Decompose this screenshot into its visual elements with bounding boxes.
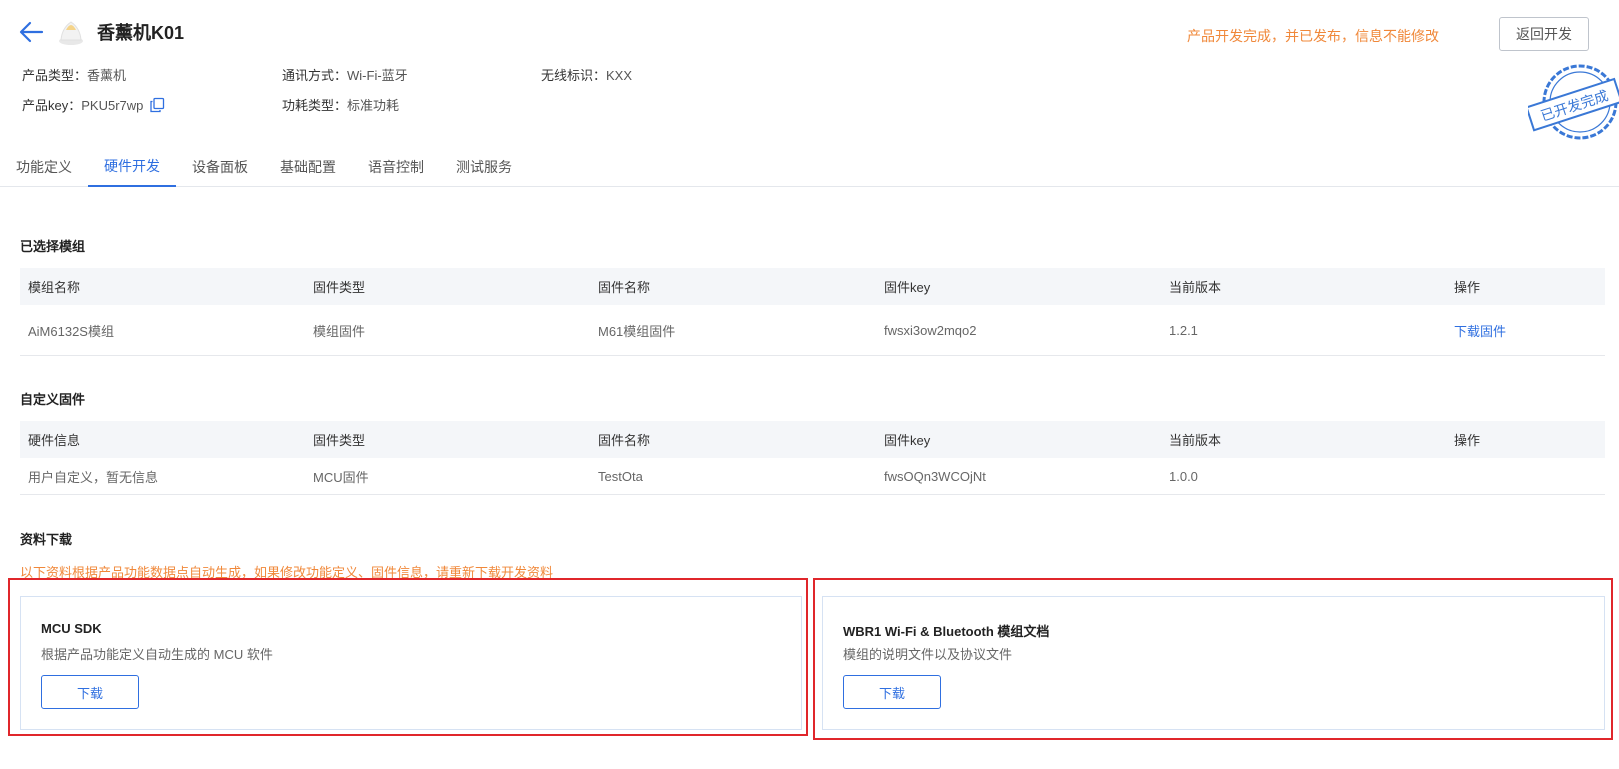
meta-value: Wi-Fi-蓝牙 xyxy=(347,68,408,83)
page: 香薰机K01 产品开发完成，并已发布，信息不能修改 返回开发 产品类型：香薰机 … xyxy=(0,0,1619,769)
header-cell: 固件key xyxy=(884,280,931,295)
cell-firmware-type: 模组固件 xyxy=(313,323,366,339)
copy-icon[interactable] xyxy=(149,97,165,113)
meta-value: KXX xyxy=(606,68,633,83)
meta-wireless: 无线标识：KXX xyxy=(541,65,632,84)
table-header: 硬件信息 固件类型 固件名称 固件key 当前版本 操作 xyxy=(20,421,1605,458)
publish-notice: 产品开发完成，并已发布，信息不能修改 xyxy=(1187,28,1439,44)
meta-value: PKU5r7wp xyxy=(81,98,144,113)
page-title: 香薰机K01 xyxy=(97,23,185,43)
mcu-sdk-card: MCU SDK 根据产品功能定义自动生成的 MCU 软件 下载 xyxy=(20,596,802,730)
section-title-downloads: 资料下载 xyxy=(20,532,73,547)
download-mcu-sdk-button[interactable]: 下载 xyxy=(41,675,139,709)
download-firmware-link[interactable]: 下载固件 xyxy=(1454,305,1506,355)
back-arrow-icon[interactable] xyxy=(18,20,44,44)
tab-device-panel[interactable]: 设备面板 xyxy=(176,146,264,187)
header-cell: 固件类型 xyxy=(313,280,366,295)
header-cell: 固件key xyxy=(884,433,931,448)
cell-firmware-name: TestOta xyxy=(598,468,643,484)
header-cell: 固件名称 xyxy=(598,433,651,448)
tab-basic-config[interactable]: 基础配置 xyxy=(264,146,352,187)
aroma-diffuser-icon xyxy=(59,21,83,45)
table-row: 用户自定义，暂无信息 MCU固件 TestOta fwsOQn3WCOjNt 1… xyxy=(20,458,1605,495)
meta-label: 功耗类型： xyxy=(282,98,348,113)
meta-label: 通讯方式： xyxy=(282,68,348,83)
custom-firmware-table: 硬件信息 固件类型 固件名称 固件key 当前版本 操作 用户自定义，暂无信息 … xyxy=(20,421,1605,495)
tab-function-def[interactable]: 功能定义 xyxy=(0,146,88,187)
tab-voice-control[interactable]: 语音控制 xyxy=(352,146,440,187)
section-title-selected-module: 已选择模组 xyxy=(20,239,86,254)
return-dev-button[interactable]: 返回开发 xyxy=(1499,17,1589,51)
card-title: WBR1 Wi-Fi & Bluetooth 模组文档 xyxy=(843,624,1050,639)
header-cell: 操作 xyxy=(1454,280,1481,295)
header-cell: 固件名称 xyxy=(598,280,651,295)
header-cell: 硬件信息 xyxy=(28,433,81,448)
meta-value: 标准功耗 xyxy=(347,98,400,113)
download-module-doc-button[interactable]: 下载 xyxy=(843,675,941,709)
meta-comm: 通讯方式：Wi-Fi-蓝牙 xyxy=(282,65,408,84)
meta-label: 产品类型： xyxy=(22,68,88,83)
cell-hardware-info: 用户自定义，暂无信息 xyxy=(28,469,159,485)
meta-value: 香薰机 xyxy=(87,68,127,83)
meta-product-key: 产品key：PKU5r7wp xyxy=(22,95,165,114)
table-header: 模组名称 固件类型 固件名称 固件key 当前版本 操作 xyxy=(20,268,1605,305)
header-cell: 模组名称 xyxy=(28,280,81,295)
developed-stamp: 已开发完成 xyxy=(1528,64,1619,140)
card-description: 模组的说明文件以及协议文件 xyxy=(843,647,1013,662)
download-warning: 以下资料根据产品功能数据点自动生成，如果修改功能定义、固件信息，请重新下载开发资… xyxy=(20,565,554,580)
header-cell: 操作 xyxy=(1454,433,1481,448)
module-doc-card: WBR1 Wi-Fi & Bluetooth 模组文档 模组的说明文件以及协议文… xyxy=(822,596,1605,730)
tab-test-service[interactable]: 测试服务 xyxy=(440,146,528,187)
cell-firmware-key: fwsxi3ow2mqo2 xyxy=(884,322,977,338)
meta-power: 功耗类型：标准功耗 xyxy=(282,95,399,114)
meta-label: 无线标识： xyxy=(541,68,607,83)
header-cell: 当前版本 xyxy=(1169,433,1222,448)
meta-label: 产品key： xyxy=(22,98,82,113)
tab-bar: 功能定义 硬件开发 设备面板 基础配置 语音控制 测试服务 xyxy=(0,146,1619,187)
header-cell: 固件类型 xyxy=(313,433,366,448)
cell-version: 1.2.1 xyxy=(1169,322,1198,338)
selected-module-table: 模组名称 固件类型 固件名称 固件key 当前版本 操作 AiM6132S模组 … xyxy=(20,268,1605,356)
card-description: 根据产品功能定义自动生成的 MCU 软件 xyxy=(41,647,273,662)
cell-version: 1.0.0 xyxy=(1169,468,1198,484)
cell-firmware-type: MCU固件 xyxy=(313,469,369,485)
card-title: MCU SDK xyxy=(41,621,102,636)
table-row: AiM6132S模组 模组固件 M61模组固件 fwsxi3ow2mqo2 1.… xyxy=(20,305,1605,356)
cell-module-name: AiM6132S模组 xyxy=(28,323,114,339)
header-cell: 当前版本 xyxy=(1169,280,1222,295)
cell-firmware-key: fwsOQn3WCOjNt xyxy=(884,468,986,484)
tab-hardware-dev[interactable]: 硬件开发 xyxy=(88,146,176,187)
section-title-custom-firmware: 自定义固件 xyxy=(20,392,86,407)
meta-product-type: 产品类型：香薰机 xyxy=(22,65,126,84)
cell-firmware-name: M61模组固件 xyxy=(598,323,676,339)
